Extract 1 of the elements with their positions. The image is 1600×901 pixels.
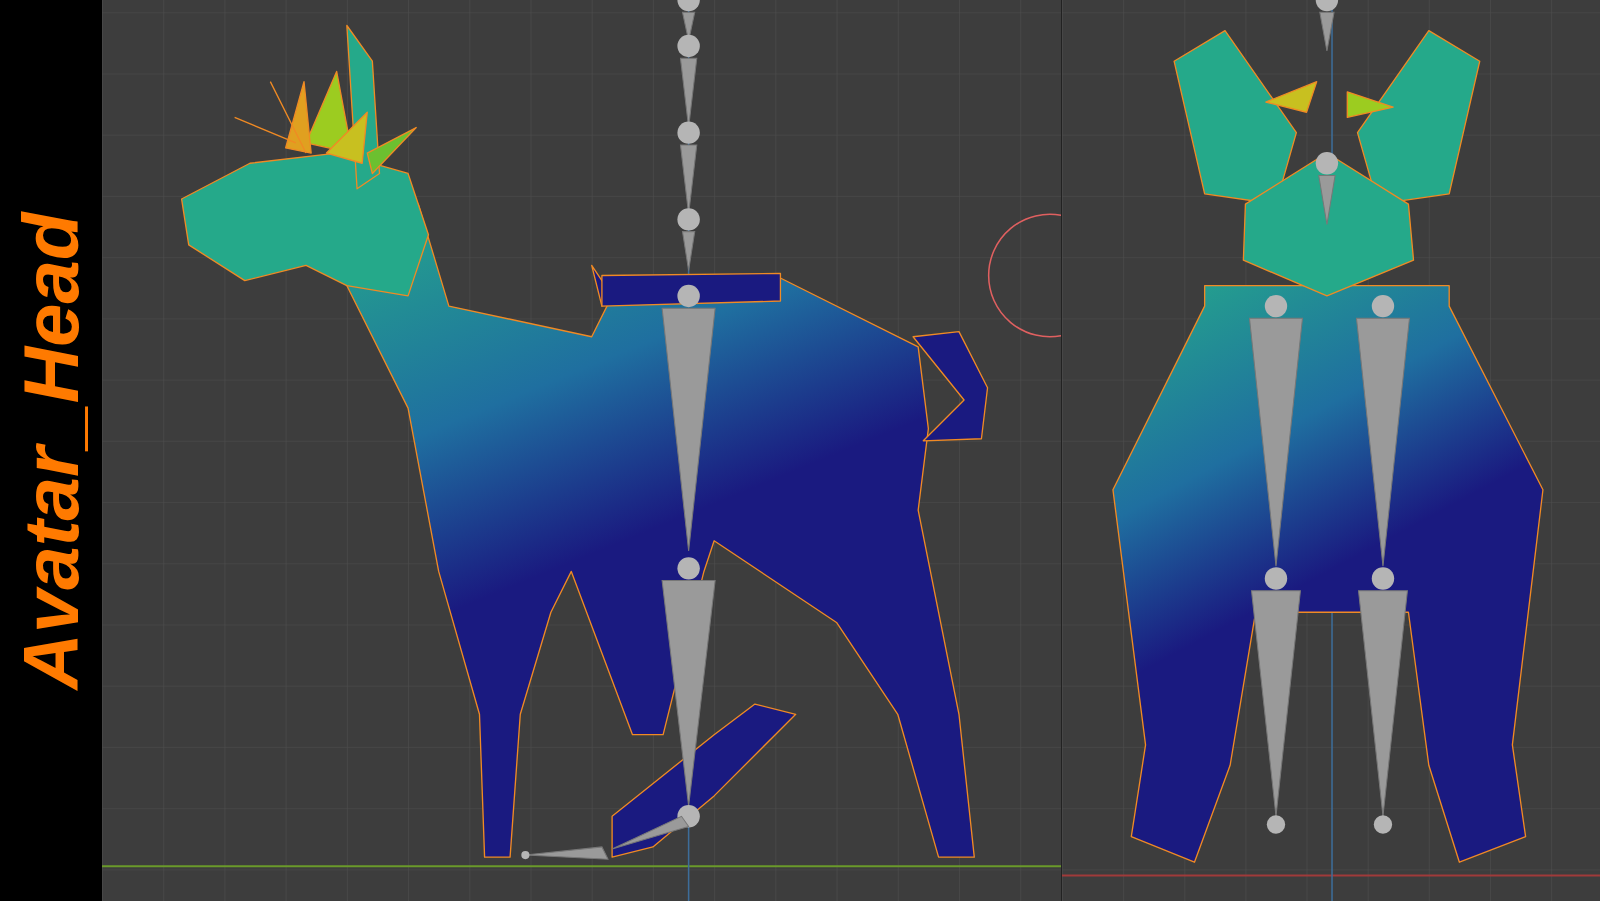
- title-label: Avatar_Head: [12, 212, 90, 689]
